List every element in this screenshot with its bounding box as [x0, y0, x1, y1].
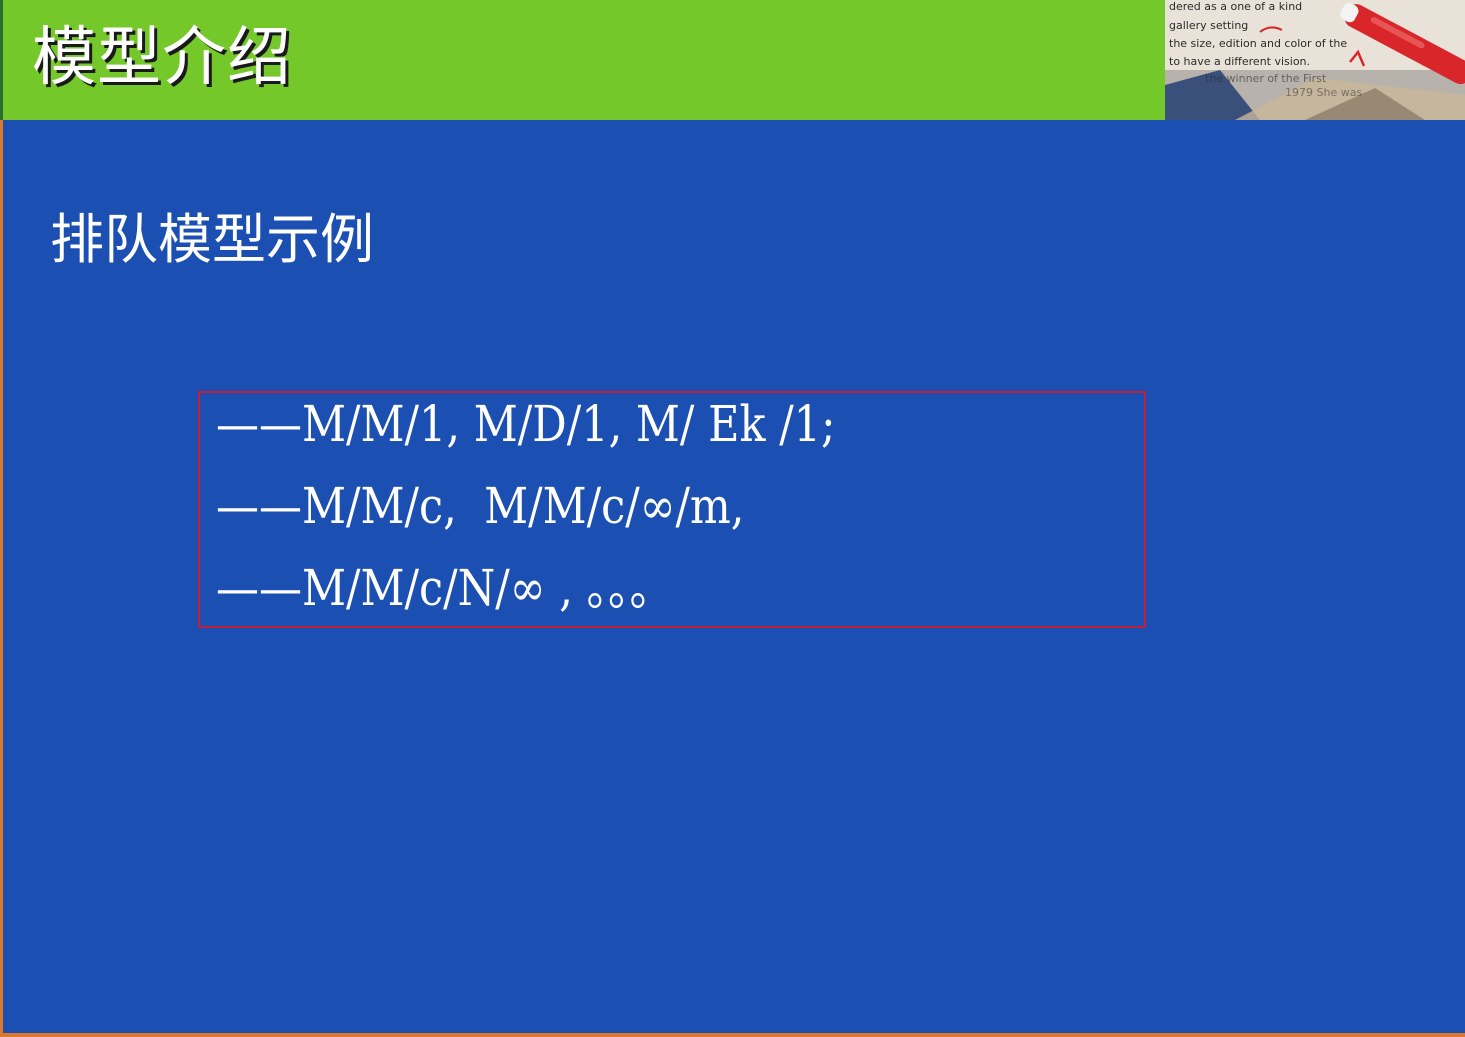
- photo-text-6: 1979 She was: [1285, 86, 1362, 99]
- photo-text-4: to have a different vision.: [1169, 55, 1310, 68]
- slide: 模型介绍 dered as a one of a kind gallery se…: [0, 0, 1465, 1037]
- slide-title: 模型介绍: [32, 21, 292, 95]
- model-list-box: ——M/M/1, M/D/1, M/ Ek /1; ——M/M/c, M/M/c…: [198, 391, 1146, 628]
- photo-text-2: gallery setting: [1169, 19, 1248, 32]
- slide-left-edge: [0, 120, 3, 1037]
- model-line-1: ——M/M/1, M/D/1, M/ Ek /1;: [216, 395, 836, 453]
- title-bar: 模型介绍: [0, 0, 1165, 120]
- slide-subtitle: 排队模型示例: [50, 208, 374, 271]
- photo-text-3: the size, edition and color of the: [1169, 37, 1347, 50]
- model-line-2: ——M/M/c, M/M/c/∞/m,: [216, 477, 745, 535]
- corner-decorative-photo: dered as a one of a kind gallery setting…: [1165, 0, 1465, 120]
- slide-bottom-edge: [0, 1033, 1465, 1037]
- title-bar-edge: [0, 0, 3, 120]
- photo-text-1: dered as a one of a kind: [1169, 0, 1302, 13]
- photo-text-5: the winner of the First: [1205, 72, 1327, 85]
- model-line-3: ——M/M/c/N/∞ , 。。。: [216, 559, 673, 617]
- corner-photo-art: dered as a one of a kind gallery setting…: [1165, 0, 1465, 120]
